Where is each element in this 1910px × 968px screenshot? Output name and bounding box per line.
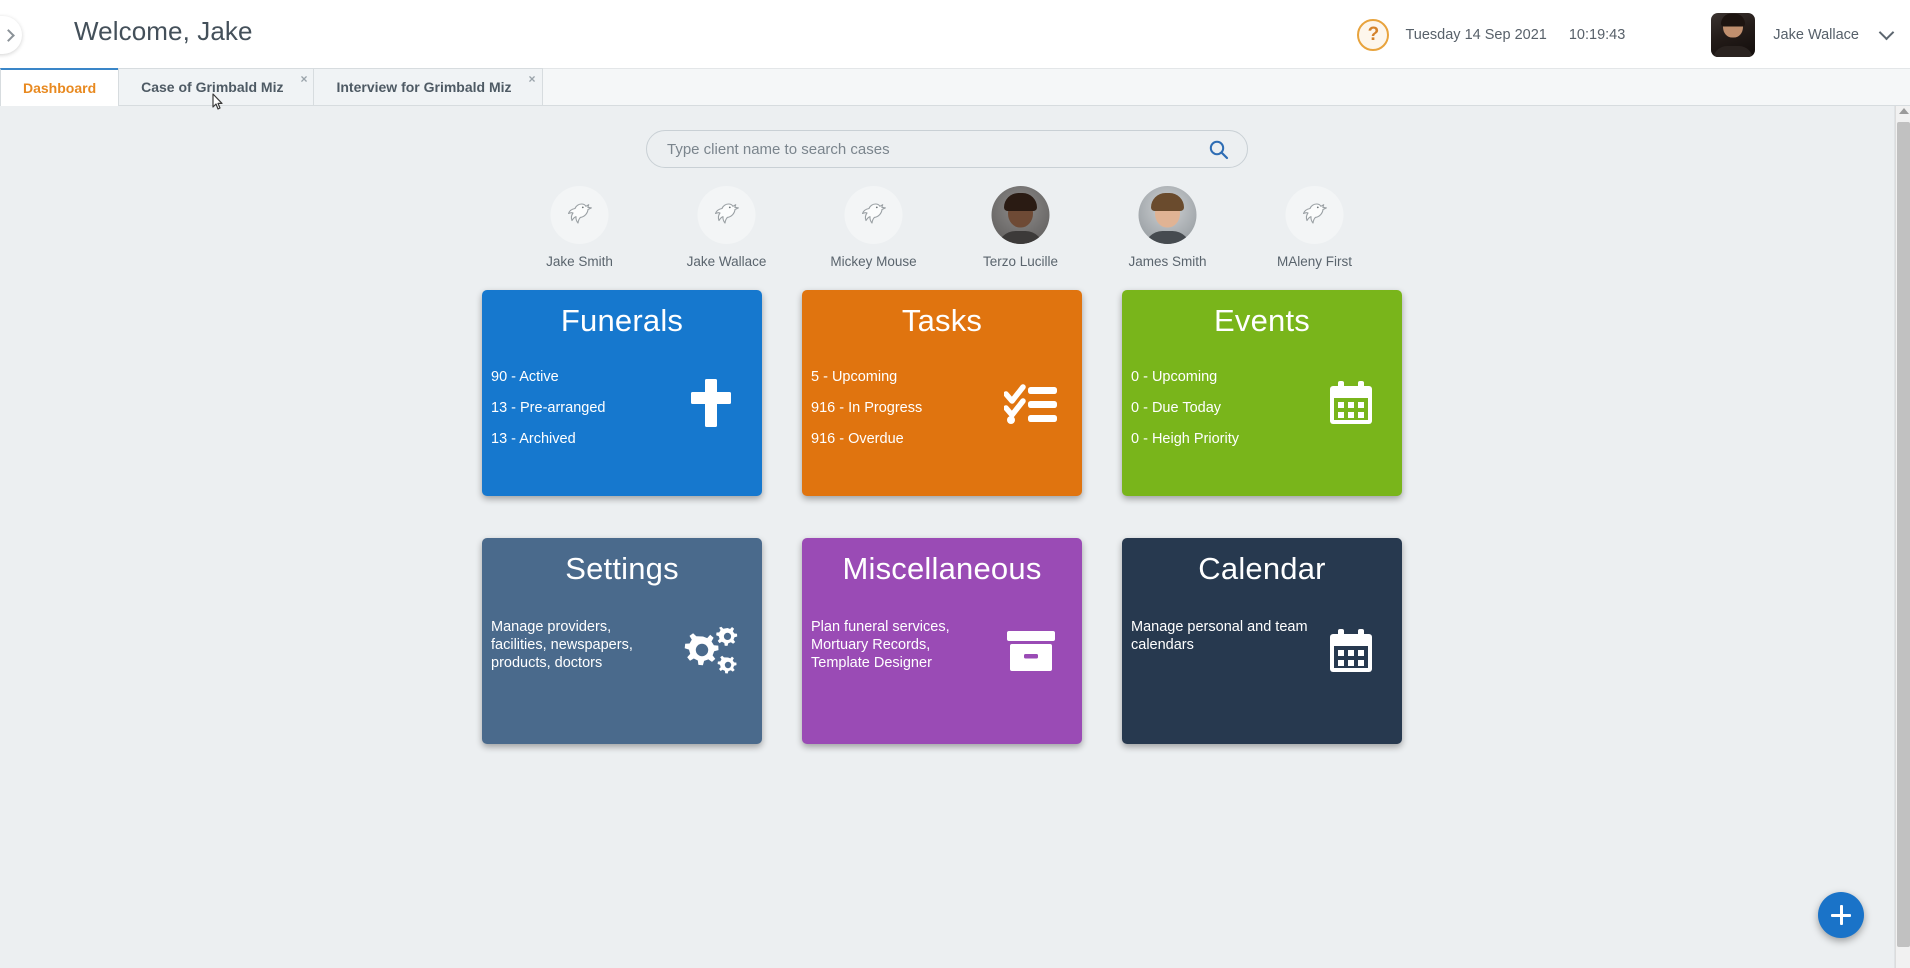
gears-icon	[682, 622, 740, 680]
header-right-group: ? Tuesday 14 Sep 2021 10:19:43 Jake Wall…	[1357, 0, 1895, 69]
card-description: Manage providers, facilities, newspapers…	[491, 619, 633, 672]
client-item[interactable]: James Smith	[1118, 186, 1218, 269]
close-icon[interactable]: ×	[300, 73, 307, 85]
dashboard-card-grid: Funerals 90 - Active 13 - Pre-arranged 1…	[482, 290, 1412, 744]
card-events[interactable]: Events 0 - Upcoming 0 - Due Today 0 - He…	[1122, 290, 1402, 496]
dashboard-content: Jake Smith Jake Wallace Mickey Mouse	[0, 106, 1895, 968]
tab-bar: Dashboard Case of Grimbald Miz × Intervi…	[0, 68, 1910, 106]
card-funerals[interactable]: Funerals 90 - Active 13 - Pre-arranged 1…	[482, 290, 762, 496]
cross-icon	[682, 374, 740, 432]
chevron-right-icon	[2, 28, 15, 42]
header-time: 10:19:43	[1568, 26, 1626, 43]
vertical-scrollbar[interactable]	[1895, 106, 1910, 968]
card-title: Miscellaneous	[842, 551, 1042, 586]
header-date: Tuesday 14 Sep 2021	[1405, 26, 1547, 43]
dove-placeholder-icon	[697, 186, 756, 244]
client-item[interactable]: Jake Smith	[530, 186, 630, 269]
client-name: Terzo Lucille	[982, 254, 1059, 269]
calendar-icon	[1322, 622, 1380, 680]
client-item[interactable]: Jake Wallace	[677, 186, 777, 269]
tab-dashboard[interactable]: Dashboard	[0, 68, 120, 106]
card-miscellaneous[interactable]: Miscellaneous Plan funeral services, Mor…	[802, 538, 1082, 744]
dove-placeholder-icon	[550, 186, 609, 244]
search-icon[interactable]	[1208, 139, 1230, 161]
scrollbar-thumb[interactable]	[1897, 122, 1910, 947]
tab-label: Dashboard	[23, 80, 97, 96]
card-stat: 916 - Overdue	[811, 431, 904, 447]
sidebar-toggle-button[interactable]	[0, 16, 22, 54]
chevron-down-icon[interactable]	[1878, 24, 1895, 40]
client-avatar-row: Jake Smith Jake Wallace Mickey Mouse Ter…	[530, 186, 1365, 269]
tab-label: Case of Grimbald Miz	[141, 79, 284, 95]
client-name: MAleny First	[1276, 254, 1352, 269]
app-header: Welcome, Jake ? Tuesday 14 Sep 2021 10:1…	[0, 0, 1910, 69]
card-title: Tasks	[901, 303, 983, 338]
card-title: Settings	[565, 551, 679, 586]
card-stat: 0 - Upcoming	[1131, 369, 1218, 385]
help-icon[interactable]: ?	[1357, 18, 1390, 51]
card-stat: 13 - Archived	[491, 431, 576, 447]
card-stat: 0 - Due Today	[1131, 400, 1222, 416]
tab-label: Interview for Grimbald Miz	[336, 79, 512, 95]
calendar-icon	[1322, 374, 1380, 432]
card-settings[interactable]: Settings Manage providers, facilities, n…	[482, 538, 762, 744]
client-name: Jake Wallace	[686, 254, 767, 269]
card-stats: 5 - Upcoming 916 - In Progress 916 - Ove…	[811, 369, 986, 462]
dove-placeholder-icon	[844, 186, 903, 244]
client-name: Mickey Mouse	[830, 254, 917, 269]
card-tasks[interactable]: Tasks 5 - Upcoming 916 - In Progress 916…	[802, 290, 1082, 496]
card-description: Manage personal and team calendars	[1131, 619, 1308, 654]
tab-case-of-grimbald-miz[interactable]: Case of Grimbald Miz ×	[118, 68, 315, 105]
close-icon[interactable]: ×	[529, 73, 536, 85]
add-button[interactable]	[1818, 892, 1864, 938]
card-stat: 5 - Upcoming	[811, 369, 898, 385]
card-description: Plan funeral services, Mortuary Records,…	[811, 619, 950, 672]
avatar[interactable]	[1711, 12, 1756, 57]
search-container	[646, 130, 1248, 168]
checklist-icon	[1002, 374, 1060, 432]
tab-interview-for-grimbald-miz[interactable]: Interview for Grimbald Miz ×	[313, 68, 543, 105]
card-stats: 90 - Active 13 - Pre-arranged 13 - Archi…	[491, 369, 666, 462]
page-title: Welcome, Jake	[74, 16, 253, 46]
search-input[interactable]	[646, 130, 1248, 168]
card-title: Calendar	[1198, 551, 1326, 586]
card-stat: 0 - Heigh Priority	[1131, 431, 1239, 447]
card-stat: 90 - Active	[491, 369, 559, 385]
card-stat: 916 - In Progress	[811, 400, 923, 416]
client-name: Jake Smith	[546, 254, 613, 269]
card-title: Funerals	[560, 303, 684, 338]
client-item[interactable]: Terzo Lucille	[971, 186, 1071, 269]
dove-placeholder-icon	[1285, 186, 1344, 244]
card-stats: 0 - Upcoming 0 - Due Today 0 - Heigh Pri…	[1131, 369, 1306, 462]
avatar	[991, 186, 1050, 244]
client-item[interactable]: MAleny First	[1265, 186, 1365, 269]
card-calendar[interactable]: Calendar Manage personal and team calend…	[1122, 538, 1402, 744]
header-user-name[interactable]: Jake Wallace	[1773, 27, 1859, 43]
client-item[interactable]: Mickey Mouse	[824, 186, 924, 269]
avatar	[1138, 186, 1197, 244]
card-stat: 13 - Pre-arranged	[491, 400, 606, 416]
caret-up-icon[interactable]	[1899, 108, 1909, 114]
card-title: Events	[1214, 303, 1310, 338]
archive-box-icon	[1002, 622, 1060, 680]
client-name: James Smith	[1128, 254, 1207, 269]
